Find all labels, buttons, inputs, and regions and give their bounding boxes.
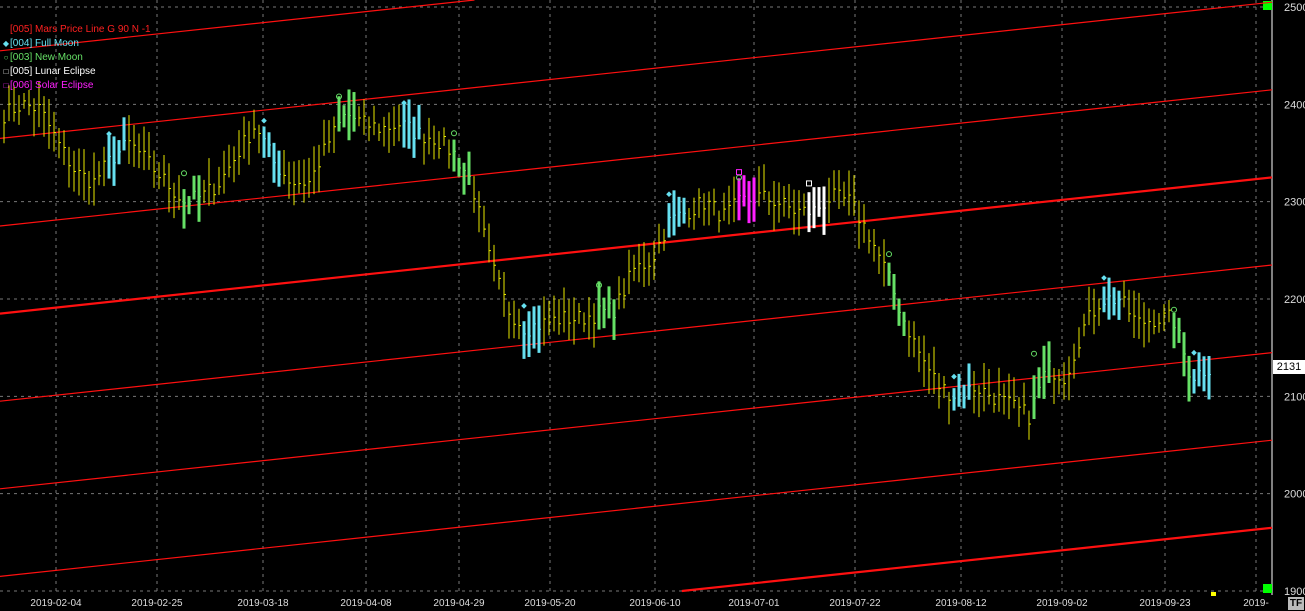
y-tick-label: 2400 [1284, 99, 1305, 111]
full-moon-marker [521, 303, 527, 309]
square-icon: □ [3, 67, 9, 76]
price-chart[interactable]: 25002400230022002100200019002019-02-0420… [0, 0, 1305, 611]
y-tick-label: 2300 [1284, 197, 1305, 209]
legend-lunar-eclipse: □ [005] Lunar Eclipse [3, 66, 96, 77]
mars-price-line [0, 1, 1273, 139]
y-tick-label: 2100 [1284, 391, 1305, 403]
y-tick-label: 2000 [1284, 489, 1305, 501]
full-moon-marker [666, 191, 672, 198]
x-tick-label: 2019-05-20 [524, 598, 576, 609]
x-tick-label: 2019-08-12 [935, 598, 987, 609]
legend: [005] Mars Price Line G 90 N -1 ◆[004] F… [2, 23, 151, 93]
timeframe-button[interactable]: TF [1288, 597, 1304, 610]
mars-price-line [0, 439, 1273, 577]
last-price-tag: 2131 [1273, 360, 1305, 374]
x-tick-label: 2019-03-18 [237, 598, 289, 609]
mars-price-line [0, 264, 1273, 402]
x-tick-label: 2019-02-04 [30, 598, 82, 609]
new-moon-marker [1171, 306, 1177, 313]
x-tick-label: 2019-06-10 [629, 598, 681, 609]
mars-price-line [0, 352, 1273, 490]
full-moon-marker [106, 131, 112, 137]
x-tick-label: 2019- [1243, 598, 1269, 609]
diamond-icon: ◆ [2, 39, 10, 48]
circle-icon: ○ [3, 53, 9, 62]
full-moon-marker [401, 100, 407, 106]
x-tick-label: 2019-09-23 [1139, 598, 1191, 609]
mars-price-line [0, 176, 1273, 315]
solar-eclipse-marker [736, 169, 742, 176]
current-bar-indicator [1211, 592, 1216, 596]
new-moon-marker [451, 130, 457, 137]
x-tick-label: 2019-04-29 [433, 598, 485, 609]
scroll-bottom-handle [1263, 584, 1272, 593]
mars-price-line [681, 526, 1273, 593]
y-tick-label: 2500 [1284, 2, 1305, 14]
x-tick-label: 2019-04-08 [340, 598, 392, 609]
x-tick-label: 2019-07-01 [728, 598, 780, 609]
x-tick-label: 2019-02-25 [131, 598, 183, 609]
lunar-eclipse-marker [806, 180, 812, 187]
legend-mars-price-line: [005] Mars Price Line G 90 N -1 [10, 24, 151, 35]
new-moon-marker [886, 251, 892, 258]
full-moon-marker [1191, 349, 1197, 356]
x-tick-label: 2019-09-02 [1036, 598, 1088, 609]
x-tick-label: 2019-07-22 [829, 598, 881, 609]
legend-full-moon: ◆[004] Full Moon [2, 38, 79, 49]
new-moon-marker [1031, 350, 1037, 357]
square-icon: □ [3, 81, 9, 90]
full-moon-marker [261, 117, 267, 124]
mars-price-line [0, 89, 1273, 227]
full-moon-marker [1101, 275, 1107, 281]
y-tick-label: 2200 [1284, 294, 1305, 306]
full-moon-marker [951, 373, 957, 380]
legend-new-moon: ○ [003] New Moon [3, 52, 83, 63]
new-moon-marker [181, 170, 187, 177]
legend-solar-eclipse: □ [006] Solar Eclipse [3, 80, 94, 91]
